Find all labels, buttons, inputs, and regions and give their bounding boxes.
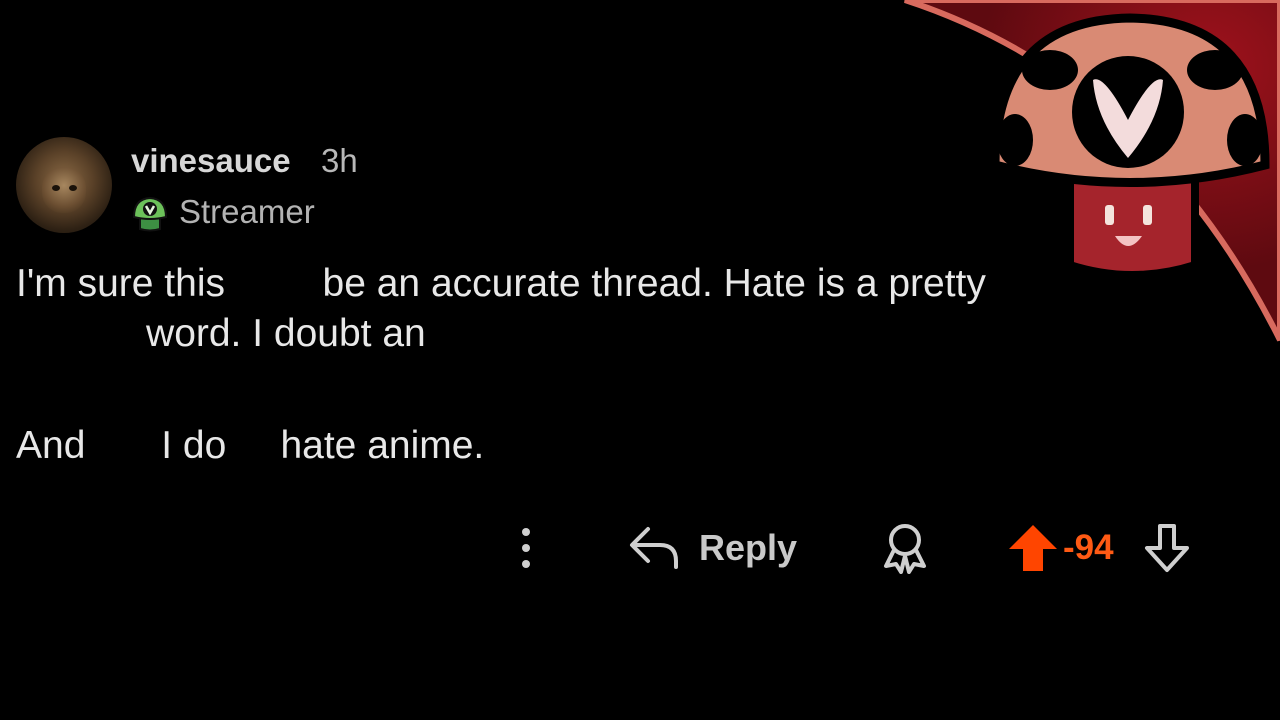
avatar[interactable]	[16, 137, 112, 233]
reply-button[interactable]: Reply	[699, 527, 797, 569]
downvote-icon[interactable]	[1143, 522, 1191, 574]
channel-logo-corner	[904, 0, 1280, 342]
author-username[interactable]: vinesauce	[131, 142, 291, 180]
more-options-icon[interactable]	[516, 526, 536, 570]
reply-icon[interactable]	[628, 523, 680, 571]
comment-line-3: And I do hate anime.	[16, 424, 485, 467]
vote-score: -94	[1063, 528, 1114, 567]
upvote-icon[interactable]	[1007, 522, 1059, 574]
comment-line-2: word. I doubt an	[16, 312, 426, 355]
user-flair: Streamer	[179, 193, 315, 230]
flair-mushroom-icon	[132, 196, 168, 232]
comment-age: 3h	[321, 142, 358, 179]
award-icon[interactable]	[880, 522, 930, 574]
comment-line-1: I'm sure this be an accurate thread. Hat…	[16, 262, 986, 305]
